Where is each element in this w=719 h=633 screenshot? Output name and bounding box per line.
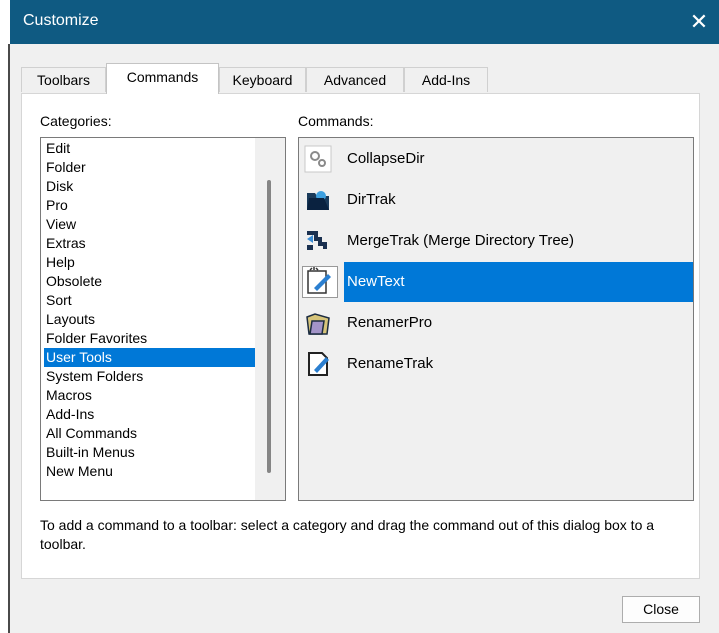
list-item[interactable]: Extras bbox=[44, 234, 258, 253]
command-label: DirTrak bbox=[347, 191, 396, 208]
list-item[interactable]: Built-in Menus bbox=[44, 443, 258, 462]
command-label: NewText bbox=[347, 273, 405, 290]
tab-add-ins[interactable]: Add-Ins bbox=[404, 67, 488, 92]
title-bar: Customize ✕ bbox=[10, 0, 719, 44]
scrollbar-thumb[interactable] bbox=[267, 180, 271, 473]
window-title: Customize bbox=[23, 12, 99, 29]
tab-keyboard[interactable]: Keyboard bbox=[219, 67, 306, 92]
command-renamerpro[interactable]: RenamerPro bbox=[299, 303, 693, 343]
list-item[interactable]: Help bbox=[44, 253, 258, 272]
command-dirtrak[interactable]: DirTrak bbox=[299, 180, 693, 220]
tab-advanced[interactable]: Advanced bbox=[306, 67, 404, 92]
list-item[interactable]: Obsolete bbox=[44, 272, 258, 291]
edge-stripe bbox=[8, 44, 10, 633]
tab-toolbars[interactable]: Toolbars bbox=[21, 67, 106, 92]
gears-icon bbox=[304, 145, 332, 173]
list-item[interactable]: Folder bbox=[44, 158, 258, 177]
command-renametrak[interactable]: RenameTrak bbox=[299, 344, 693, 384]
categories-list[interactable]: Edit Folder Disk Pro View Extras Help Ob… bbox=[40, 137, 286, 501]
tab-commands[interactable]: Commands bbox=[106, 63, 219, 94]
command-label: CollapseDir bbox=[347, 150, 425, 167]
list-item[interactable]: Sort bbox=[44, 291, 258, 310]
rename-document-icon bbox=[308, 352, 329, 376]
list-item[interactable]: Add-Ins bbox=[44, 405, 258, 424]
list-item[interactable]: All Commands bbox=[44, 424, 258, 443]
close-icon[interactable]: ✕ bbox=[679, 0, 719, 44]
commands-list[interactable]: CollapseDir DirTrak MergeTrak (Merge Dir… bbox=[298, 137, 694, 501]
close-button[interactable]: Close bbox=[622, 596, 700, 623]
renamer-folder-icon bbox=[306, 313, 330, 335]
list-item[interactable]: New Menu bbox=[44, 462, 258, 481]
command-label: RenameTrak bbox=[347, 355, 434, 372]
command-row-highlight[interactable]: NewText bbox=[344, 262, 693, 302]
scrollbar[interactable] bbox=[255, 138, 285, 500]
list-item-selected[interactable]: User Tools bbox=[44, 348, 258, 367]
window-left-edge bbox=[0, 0, 10, 633]
folder-tracker-icon bbox=[307, 191, 329, 210]
list-item[interactable]: Disk bbox=[44, 177, 258, 196]
command-mergetrak[interactable]: MergeTrak (Merge Directory Tree) bbox=[299, 221, 693, 261]
list-item[interactable]: Folder Favorites bbox=[44, 329, 258, 348]
list-item[interactable]: View bbox=[44, 215, 258, 234]
list-item[interactable]: Layouts bbox=[44, 310, 258, 329]
merge-arrows-icon bbox=[307, 231, 327, 250]
help-text: To add a command to a toolbar: select a … bbox=[40, 517, 655, 552]
command-collapsedir[interactable]: CollapseDir bbox=[299, 139, 693, 179]
list-item[interactable]: Macros bbox=[44, 386, 258, 405]
command-label: RenamerPro bbox=[347, 314, 433, 331]
list-item[interactable]: System Folders bbox=[44, 367, 258, 386]
categories-label: Categories: bbox=[40, 113, 112, 129]
list-item[interactable]: Edit bbox=[44, 139, 258, 158]
commands-label: Commands: bbox=[298, 113, 374, 129]
list-item[interactable]: Pro bbox=[44, 196, 258, 215]
command-label: MergeTrak (Merge Directory Tree) bbox=[347, 232, 574, 249]
new-text-icon bbox=[302, 266, 338, 298]
command-newtext[interactable]: NewText bbox=[299, 262, 693, 302]
